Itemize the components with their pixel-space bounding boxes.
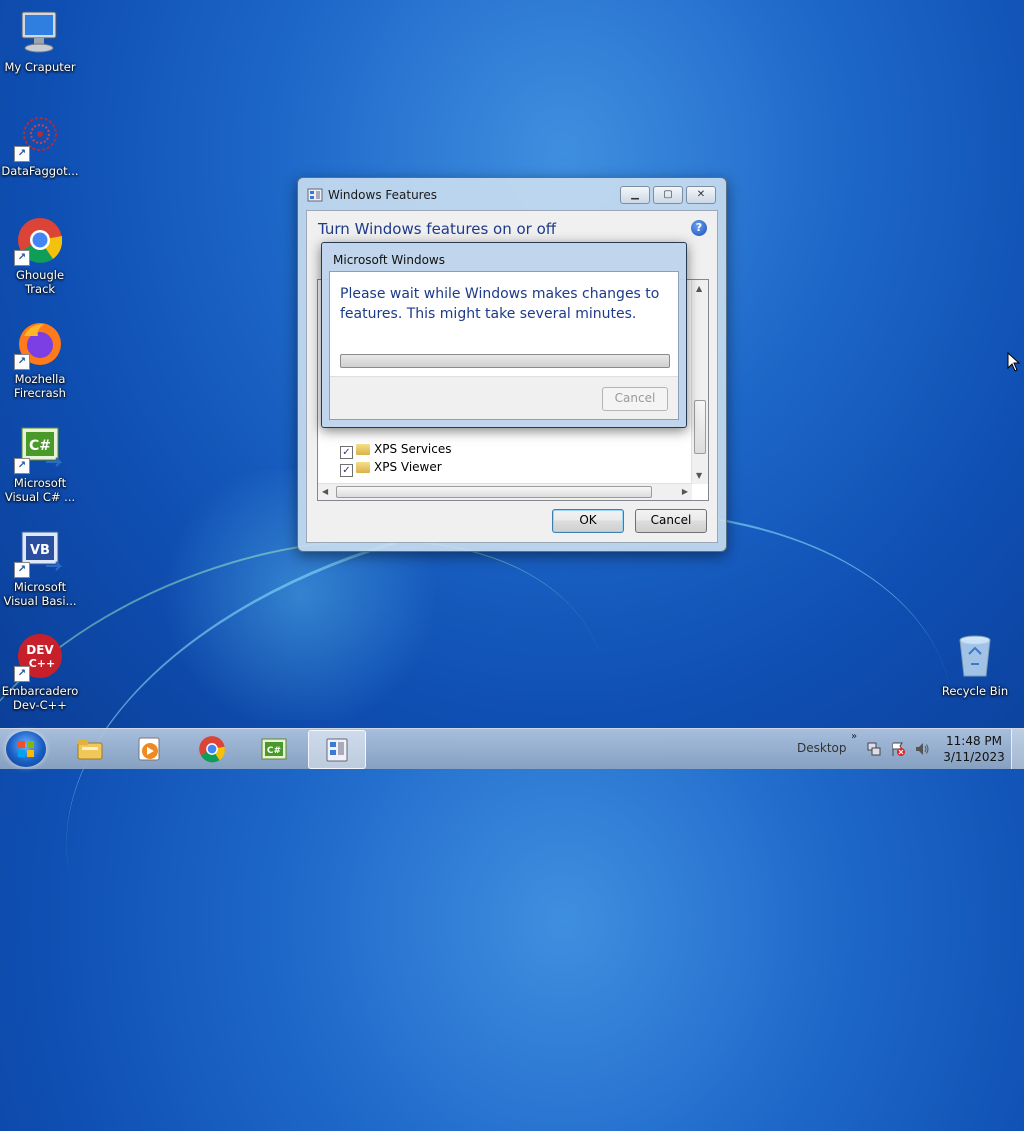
desktop-icon-visual-basic[interactable]: VB ↗ Microsoft Visual Basi...: [0, 528, 80, 608]
shortcut-arrow-icon: ↗: [14, 354, 30, 370]
chrome-icon: ↗: [14, 216, 64, 266]
cancel-button[interactable]: Cancel: [635, 509, 707, 533]
toolbar-expand-icon[interactable]: »: [846, 731, 862, 747]
desktop-icon-label: Recycle Bin: [941, 684, 1009, 698]
desktop-icon-label: Microsoft Visual C# ...: [4, 476, 76, 504]
desktop-icon-visual-csharp[interactable]: C# ↗ Microsoft Visual C# ...: [0, 424, 80, 504]
progress-dialog[interactable]: Microsoft Windows Please wait while Wind…: [321, 242, 687, 428]
checkbox-checked-icon[interactable]: ✓: [340, 446, 353, 459]
desktop-icon-datafaggot[interactable]: ↗ DataFaggot...: [0, 112, 80, 178]
scroll-up-icon[interactable]: ▲: [696, 284, 702, 293]
feature-label: XPS Services: [374, 442, 452, 456]
scroll-left-icon[interactable]: ◀: [322, 487, 328, 496]
close-button[interactable]: ✕: [686, 186, 716, 204]
ok-button[interactable]: OK: [552, 509, 624, 533]
desktop-icon-label: Embarcadero Dev-C++: [1, 684, 79, 712]
maximize-icon: ▢: [663, 189, 673, 200]
visual-csharp-icon: C#: [260, 735, 288, 763]
windows-features-icon: [307, 188, 323, 202]
svg-text:C#: C#: [29, 438, 51, 454]
desktop-icon-label: Microsoft Visual Basi...: [3, 580, 77, 608]
volume-icon[interactable]: [914, 741, 930, 757]
page-title: Turn Windows features on or off: [318, 220, 557, 238]
shortcut-arrow-icon: ↗: [14, 458, 30, 474]
taskbar-visual-csharp[interactable]: C#: [246, 730, 302, 767]
system-clock[interactable]: 11:48 PM 3/11/2023: [938, 733, 1010, 765]
dialog-cancel-button[interactable]: Cancel: [602, 387, 668, 411]
desktop-icon-recycle-bin[interactable]: Recycle Bin: [935, 632, 1015, 698]
taskbar-media-player[interactable]: [122, 730, 178, 767]
scroll-right-icon[interactable]: ▶: [682, 487, 688, 496]
title-bar[interactable]: Windows Features ▁ ▢ ✕: [298, 178, 726, 210]
taskbar-windows-features[interactable]: [308, 730, 366, 769]
windows-logo-icon: [18, 741, 34, 757]
windows-features-icon: [323, 736, 351, 764]
action-center-icon[interactable]: [890, 741, 906, 757]
dialog-title: Microsoft Windows: [333, 253, 445, 267]
shortcut-arrow-icon: ↗: [14, 666, 30, 682]
feature-label: XPS Viewer: [374, 460, 442, 474]
visual-basic-icon: VB ↗: [14, 528, 64, 578]
dev-cpp-icon: DEV C++ ↗: [14, 632, 64, 682]
taskbar-explorer[interactable]: [62, 730, 118, 767]
taskbar: C# Desktop » 11:48 PM 3/11/2023: [0, 728, 1024, 769]
recycle-bin-icon: [951, 632, 999, 680]
scrollbar-thumb[interactable]: [694, 400, 706, 454]
svg-text:DEV: DEV: [26, 643, 54, 657]
computer-icon: [16, 8, 64, 56]
desktop-toolbar-label[interactable]: Desktop: [797, 741, 847, 755]
firefox-icon: ↗: [14, 320, 64, 370]
desktop-icon-chrome[interactable]: ↗ Ghougle Track: [0, 216, 80, 296]
help-icon[interactable]: ?: [691, 220, 707, 236]
close-icon: ✕: [696, 189, 706, 200]
scrollbar-thumb[interactable]: [336, 486, 652, 498]
dialog-client-area: Please wait while Windows makes changes …: [329, 271, 679, 420]
feature-item-xps-viewer[interactable]: ✓ XPS Viewer: [340, 460, 442, 477]
media-player-icon: [136, 735, 164, 763]
svg-text:VB: VB: [30, 543, 50, 558]
svg-text:C#: C#: [267, 746, 281, 756]
chrome-icon: [198, 735, 226, 763]
datafaggot-icon: ↗: [14, 112, 64, 162]
shortcut-arrow-icon: ↗: [14, 562, 30, 578]
visual-csharp-icon: C# ↗: [14, 424, 64, 474]
shortcut-arrow-icon: ↗: [14, 250, 30, 266]
dialog-footer: Cancel: [330, 376, 678, 419]
vertical-scrollbar[interactable]: ▲ ▼: [691, 280, 708, 484]
show-desktop-button[interactable]: [1011, 729, 1024, 769]
desktop-icon-dev-cpp[interactable]: DEV C++ ↗ Embarcadero Dev-C++: [0, 632, 80, 712]
desktop-icon-label: Mozhella Firecrash: [14, 372, 66, 400]
horizontal-scrollbar[interactable]: ◀ ▶: [318, 483, 692, 500]
shortcut-arrow-icon: ↗: [14, 146, 30, 162]
progress-bar: [340, 354, 670, 368]
folder-icon: [356, 462, 370, 473]
window-title: Windows Features: [328, 188, 437, 202]
taskbar-chrome[interactable]: [184, 730, 240, 767]
checkbox-checked-icon[interactable]: ✓: [340, 464, 353, 477]
desktop-icon-label: DataFaggot...: [1, 164, 79, 178]
start-button[interactable]: [6, 731, 46, 767]
minimize-icon: ▁: [631, 189, 639, 200]
folder-icon: [356, 444, 370, 455]
svg-text:C++: C++: [29, 657, 56, 670]
minimize-button[interactable]: ▁: [620, 186, 650, 204]
explorer-icon: [76, 735, 104, 763]
desktop-icon-label: Ghougle Track: [15, 268, 65, 296]
desktop-icon-label: My Craputer: [4, 60, 76, 74]
progress-message: Please wait while Windows makes changes …: [340, 286, 660, 322]
network-icon[interactable]: [866, 741, 882, 757]
scroll-down-icon[interactable]: ▼: [696, 471, 702, 480]
clock-time: 11:48 PM: [946, 734, 1002, 748]
clock-date: 3/11/2023: [943, 750, 1005, 764]
desktop-icon-firefox[interactable]: ↗ Mozhella Firecrash: [0, 320, 80, 400]
feature-item-xps-services[interactable]: ✓ XPS Services: [340, 442, 452, 459]
maximize-button[interactable]: ▢: [653, 186, 683, 204]
desktop-icon-my-computer[interactable]: My Craputer: [0, 8, 80, 74]
